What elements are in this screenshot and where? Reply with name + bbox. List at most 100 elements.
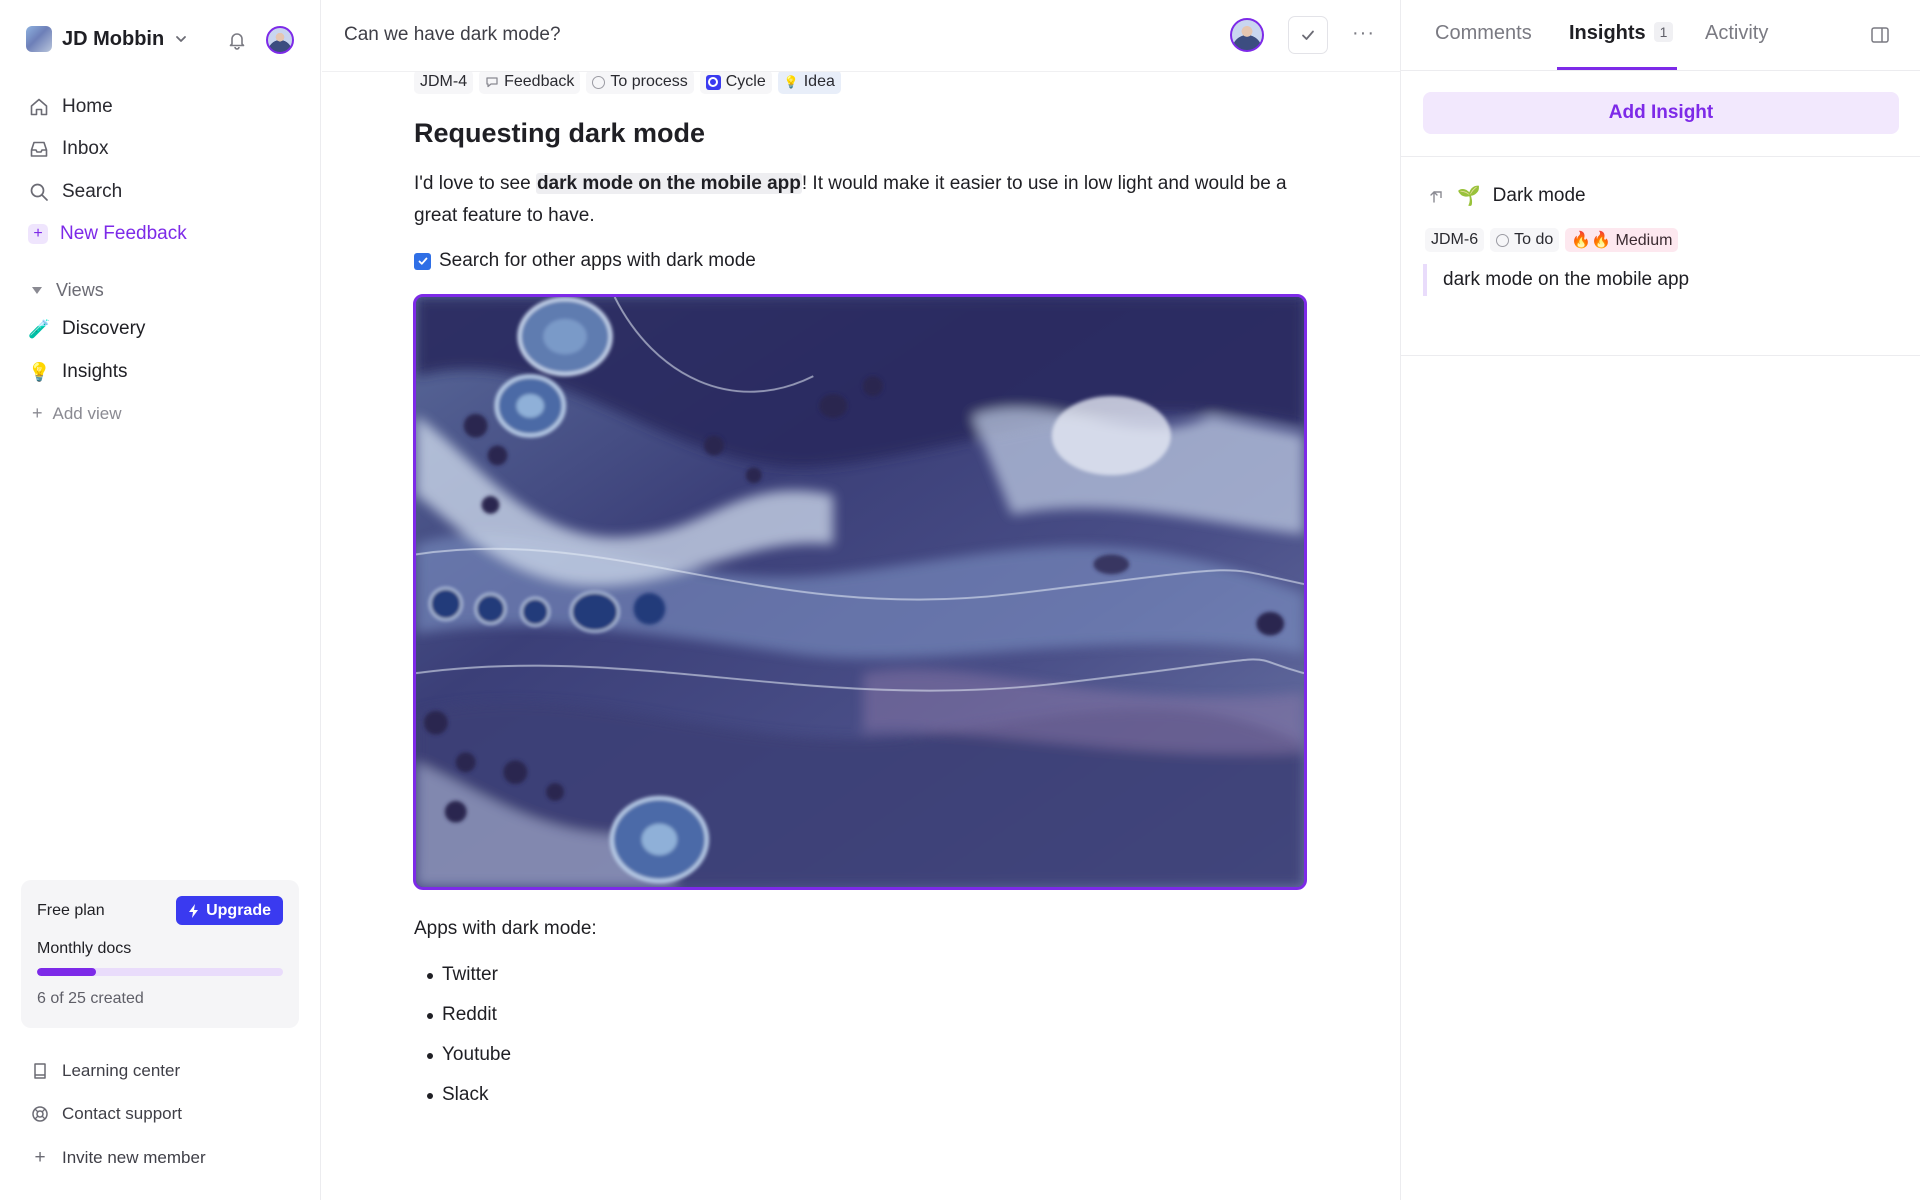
- plan-count: 6 of 25 created: [37, 990, 144, 1007]
- view-item-insights[interactable]: 💡 Insights: [28, 361, 127, 383]
- idea-chip[interactable]: 💡 Idea: [777, 70, 841, 94]
- paragraph-text: I'd love to see: [414, 173, 536, 194]
- inbox-icon: [30, 141, 48, 157]
- document-area: JDM-4 Feedback To process Cycle 💡 Idea C…: [322, 0, 1400, 1200]
- triangle-down-icon: [32, 287, 42, 294]
- bell-icon[interactable]: [226, 29, 248, 51]
- sidebar: JD Mobbin Home Inbox Search + New Feedba…: [0, 0, 321, 1200]
- divider: [1401, 355, 1920, 356]
- learning-center-link[interactable]: Learning center: [30, 1061, 180, 1081]
- cycle-chip[interactable]: Cycle: [699, 70, 772, 94]
- list-item[interactable]: Youtube: [426, 1044, 511, 1084]
- workspace-name: JD Mobbin: [62, 27, 165, 50]
- lightning-icon: [189, 903, 199, 918]
- upgrade-button[interactable]: Upgrade: [176, 896, 283, 925]
- views-header-label: Views: [56, 280, 104, 300]
- status-circle-icon: [592, 75, 606, 89]
- insight-id-chip[interactable]: JDM-6: [1425, 228, 1485, 252]
- view-item-discovery[interactable]: 🧪 Discovery: [28, 318, 145, 340]
- workspace-switcher[interactable]: JD Mobbin: [26, 24, 188, 54]
- workspace-logo: [26, 26, 52, 52]
- doc-tags: JDM-4 Feedback To process Cycle 💡 Idea: [414, 70, 841, 94]
- plus-icon: +: [34, 1147, 46, 1168]
- document-title[interactable]: Can we have dark mode?: [344, 24, 561, 46]
- plan-docs-label: Monthly docs: [37, 940, 132, 957]
- nav-inbox-label: Inbox: [62, 138, 109, 159]
- insight-title: Dark mode: [1492, 185, 1586, 206]
- nav-home[interactable]: Home: [28, 90, 298, 124]
- invite-member-link[interactable]: + Invite new member: [30, 1147, 206, 1169]
- document-topbar: Can we have dark mode? ···: [322, 0, 1400, 72]
- highlighted-text[interactable]: dark mode on the mobile app: [535, 173, 802, 194]
- document-heading[interactable]: Requesting dark mode: [414, 118, 705, 149]
- active-tab-indicator: [1557, 67, 1677, 70]
- invite-member-label: Invite new member: [62, 1148, 206, 1167]
- list-item[interactable]: Twitter: [426, 964, 511, 1004]
- insight-status-label: To do: [1514, 231, 1554, 248]
- return-arrow-icon: [1430, 191, 1442, 203]
- doc-id-chip[interactable]: JDM-4: [414, 70, 474, 94]
- tab-activity[interactable]: Activity: [1705, 22, 1768, 45]
- assignee-avatar[interactable]: [1230, 18, 1264, 52]
- insight-meta: JDM-6 To do 🔥🔥 Medium: [1425, 228, 1679, 252]
- add-view-button[interactable]: + Add view: [32, 403, 122, 424]
- cycle-icon: [705, 74, 721, 90]
- upgrade-label: Upgrade: [206, 901, 271, 919]
- learning-center-label: Learning center: [62, 1061, 181, 1080]
- check-icon: [1302, 30, 1314, 40]
- tab-insights[interactable]: Insights 1: [1569, 22, 1674, 45]
- nav-new-feedback-label: New Feedback: [60, 223, 187, 244]
- type-label: Feedback: [504, 73, 575, 90]
- insight-status-chip[interactable]: To do: [1490, 228, 1560, 252]
- views-header[interactable]: Views: [32, 280, 104, 301]
- status-chip[interactable]: To process: [586, 70, 694, 94]
- speech-bubble-icon: [486, 77, 498, 88]
- nav-new-feedback[interactable]: + New Feedback: [28, 217, 298, 251]
- lifebuoy-icon: [32, 1106, 48, 1122]
- priority-chip[interactable]: 🔥🔥 Medium: [1565, 228, 1679, 252]
- insight-quote[interactable]: dark mode on the mobile app: [1423, 264, 1689, 296]
- mark-done-button[interactable]: [1288, 16, 1328, 54]
- plus-icon: +: [32, 403, 43, 423]
- type-chip[interactable]: Feedback: [479, 70, 581, 94]
- list-item[interactable]: Reddit: [426, 1004, 511, 1044]
- plan-name: Free plan: [37, 902, 105, 919]
- contact-support-link[interactable]: Contact support: [30, 1104, 182, 1124]
- more-options-icon[interactable]: ···: [1352, 22, 1375, 45]
- contact-support-label: Contact support: [62, 1104, 183, 1123]
- docs-progress-bar: [37, 968, 283, 976]
- sidebar-collapse-icon[interactable]: [1869, 24, 1891, 46]
- divider: [1401, 156, 1920, 157]
- nav-search-label: Search: [62, 181, 123, 202]
- user-avatar[interactable]: [266, 26, 294, 54]
- document-paragraph[interactable]: I'd love to see dark mode on the mobile …: [414, 168, 1314, 232]
- status-circle-icon: [1496, 233, 1510, 247]
- add-insight-button[interactable]: Add Insight: [1423, 92, 1899, 134]
- list-item[interactable]: Slack: [426, 1084, 511, 1124]
- home-icon: [30, 98, 48, 116]
- chevron-down-icon: [176, 36, 187, 42]
- plan-card: Free plan Upgrade Monthly docs 6 of 25 c…: [21, 880, 299, 1028]
- tab-insights-label: Insights: [1569, 22, 1646, 44]
- cycle-label: Cycle: [725, 73, 766, 90]
- marbled-image-graphic: [416, 297, 1304, 887]
- nav-inbox[interactable]: Inbox: [28, 132, 298, 166]
- view-item-label: Discovery: [62, 318, 146, 339]
- idea-label: Idea: [803, 73, 835, 90]
- check-icon: [418, 257, 427, 265]
- panel-tabs: Comments Insights 1 Activity: [1401, 0, 1920, 71]
- fluid-art-image[interactable]: [413, 294, 1307, 890]
- view-item-label: Insights: [62, 361, 128, 382]
- test-tube-icon: 🧪: [28, 318, 51, 339]
- book-icon: [34, 1063, 46, 1079]
- checkbox[interactable]: [414, 252, 431, 270]
- nav-search[interactable]: Search: [28, 175, 298, 209]
- seedling-icon: 🌱: [1457, 186, 1481, 207]
- insight-card-title[interactable]: 🌱 Dark mode: [1429, 184, 1586, 208]
- docs-progress-fill: [37, 968, 97, 976]
- list-heading[interactable]: Apps with dark mode:: [414, 918, 597, 940]
- side-panel: Comments Insights 1 Activity Add Insight …: [1400, 0, 1920, 1200]
- plus-icon: +: [28, 224, 48, 244]
- lightbulb-icon: 💡: [783, 75, 799, 89]
- tab-comments[interactable]: Comments: [1435, 22, 1532, 45]
